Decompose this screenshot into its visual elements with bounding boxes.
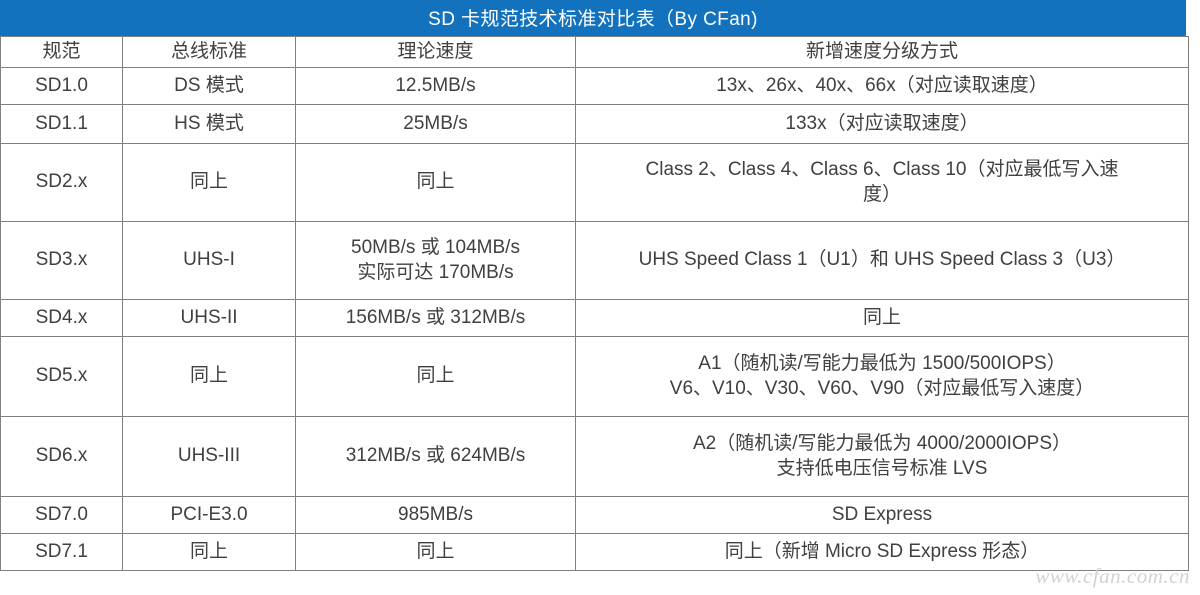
table-row: SD1.0 DS 模式 12.5MB/s 13x、26x、40x、66x（对应读…	[0, 66, 1189, 105]
cell-class: Class 2、Class 4、Class 6、Class 10（对应最低写入速…	[575, 142, 1189, 222]
cell-bus: 同上	[122, 335, 296, 417]
cell-class: 133x（对应读取速度）	[575, 103, 1189, 144]
cell-speed: 同上	[295, 532, 576, 571]
cell-class: 同上（新增 Micro SD Express 形态）	[575, 532, 1189, 571]
table-row: SD7.0 PCI-E3.0 985MB/s SD Express	[0, 495, 1189, 534]
cell-class: A2（随机读/写能力最低为 4000/2000IOPS） 支持低电压信号标准 L…	[575, 415, 1189, 497]
table-row: SD6.x UHS-III 312MB/s 或 624MB/s A2（随机读/写…	[0, 415, 1189, 497]
cell-speed: 985MB/s	[295, 495, 576, 534]
cell-spec: SD3.x	[0, 220, 123, 300]
cell-spec: SD1.0	[0, 66, 123, 105]
cell-bus: DS 模式	[122, 66, 296, 105]
table-row: SD7.1 同上 同上 同上（新增 Micro SD Express 形态）	[0, 532, 1189, 571]
table-header-row: 规范 总线标准 理论速度 新增速度分级方式	[0, 36, 1189, 68]
cell-spec: SD7.1	[0, 532, 123, 571]
table-sheet: SD 卡规范技术标准对比表（By CFan) 规范 总线标准 理论速度 新增速度…	[0, 0, 1200, 595]
cell-speed: 25MB/s	[295, 103, 576, 144]
cell-class: UHS Speed Class 1（U1）和 UHS Speed Class 3…	[575, 220, 1189, 300]
cell-speed: 同上	[295, 142, 576, 222]
cell-speed: 50MB/s 或 104MB/s 实际可达 170MB/s	[295, 220, 576, 300]
cell-spec: SD1.1	[0, 103, 123, 144]
cell-spec: SD4.x	[0, 298, 123, 337]
cell-class: 13x、26x、40x、66x（对应读取速度）	[575, 66, 1189, 105]
table-row: SD5.x 同上 同上 A1（随机读/写能力最低为 1500/500IOPS） …	[0, 335, 1189, 417]
table-row: SD3.x UHS-I 50MB/s 或 104MB/s 实际可达 170MB/…	[0, 220, 1189, 300]
table-row: SD1.1 HS 模式 25MB/s 133x（对应读取速度）	[0, 103, 1189, 144]
cell-bus: UHS-II	[122, 298, 296, 337]
cell-bus: 同上	[122, 532, 296, 571]
column-header-class: 新增速度分级方式	[575, 36, 1189, 68]
cell-class: A1（随机读/写能力最低为 1500/500IOPS） V6、V10、V30、V…	[575, 335, 1189, 417]
cell-bus: PCI-E3.0	[122, 495, 296, 534]
column-header-bus: 总线标准	[122, 36, 296, 68]
cell-spec: SD7.0	[0, 495, 123, 534]
cell-speed: 312MB/s 或 624MB/s	[295, 415, 576, 497]
cell-bus: 同上	[122, 142, 296, 222]
table-row: SD2.x 同上 同上 Class 2、Class 4、Class 6、Clas…	[0, 142, 1189, 222]
cell-class: 同上	[575, 298, 1189, 337]
cell-spec: SD5.x	[0, 335, 123, 417]
cell-bus: UHS-I	[122, 220, 296, 300]
cell-speed: 同上	[295, 335, 576, 417]
cell-class: SD Express	[575, 495, 1189, 534]
table-row: SD4.x UHS-II 156MB/s 或 312MB/s 同上	[0, 298, 1189, 337]
table-title-bar: SD 卡规范技术标准对比表（By CFan)	[0, 0, 1186, 36]
sd-spec-comparison-table: 规范 总线标准 理论速度 新增速度分级方式 SD1.0 DS 模式 12.5MB…	[0, 36, 1189, 571]
cell-spec: SD6.x	[0, 415, 123, 497]
column-header-speed: 理论速度	[295, 36, 576, 68]
page-title: SD 卡规范技术标准对比表（By CFan)	[428, 8, 758, 30]
cell-spec: SD2.x	[0, 142, 123, 222]
cell-speed: 12.5MB/s	[295, 66, 576, 105]
cell-bus: HS 模式	[122, 103, 296, 144]
cell-bus: UHS-III	[122, 415, 296, 497]
column-header-spec: 规范	[0, 36, 123, 68]
cell-speed: 156MB/s 或 312MB/s	[295, 298, 576, 337]
